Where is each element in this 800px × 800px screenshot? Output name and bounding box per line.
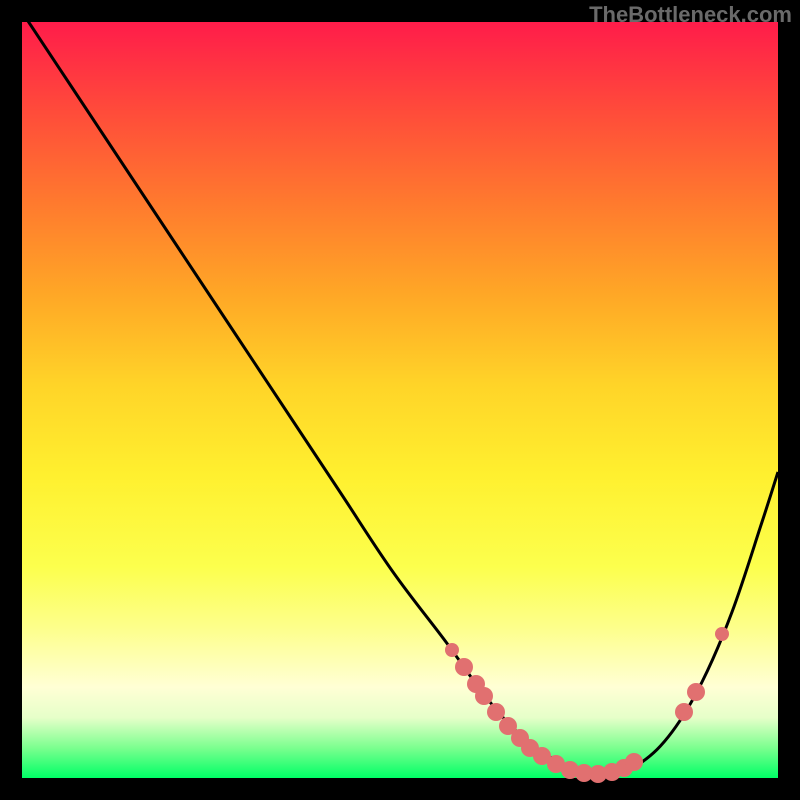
data-point (625, 753, 643, 771)
data-point (715, 627, 729, 641)
bottleneck-curve (22, 22, 778, 778)
chart-frame: TheBottleneck.com (0, 0, 800, 800)
chart-plot-area (22, 22, 778, 778)
data-point (687, 683, 705, 701)
data-point (675, 703, 693, 721)
data-point (455, 658, 473, 676)
data-point (475, 687, 493, 705)
watermark-text: TheBottleneck.com (589, 2, 792, 28)
data-point (445, 643, 459, 657)
